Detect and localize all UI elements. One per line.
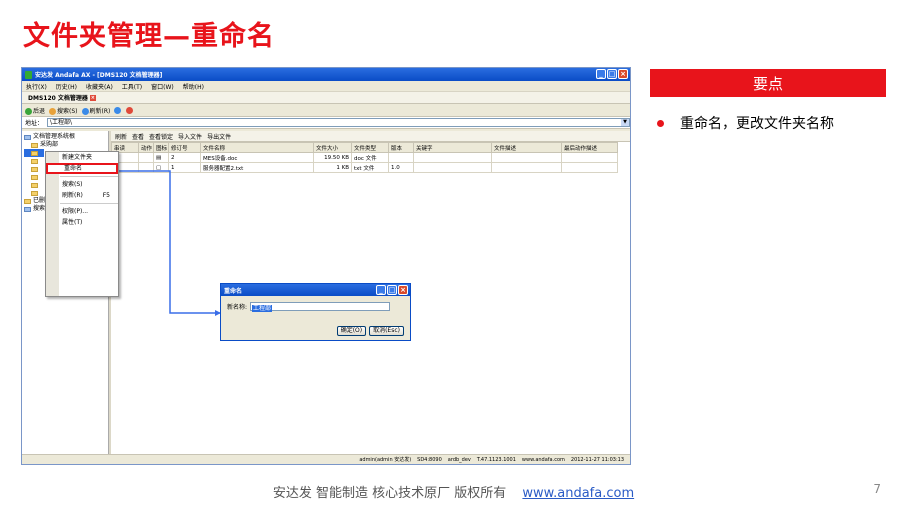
tab-document-manager[interactable]: DMS120 文档管理器 × [25,93,99,102]
menu-item-search[interactable]: 搜索(S) [46,179,118,190]
menu-item-properties[interactable]: 属性(T) [46,217,118,228]
address-value: \工程部\ [50,119,73,126]
rename-dialog: 重命名 _ □ × 新名称: 工程部 确定(O) 取消(Esc) [220,283,411,341]
menu-item-permissions[interactable]: 权限(P)... [46,206,118,217]
table-header: 串读 动作 图标 修订号 文件名称 文件大小 文件类型 版本 关键字 文件描述 … [111,142,618,153]
col-header[interactable]: 版本 [388,142,414,153]
menu-window[interactable]: 窗口(W) [151,82,174,91]
folder-icon [31,190,38,196]
table-row[interactable]: ▤ 2 MES设备.doc 19.50 KB doc 文件 [111,152,618,163]
bullet-item: 重命名，更改文件夹名称 [657,113,834,133]
context-menu: 新建文件夹 重命名 搜索(S) 刷新(R) F5 权限(P)... 属性(T) [45,151,119,297]
txt-icon: ▢ [153,162,169,173]
menu-item-new-folder[interactable]: 新建文件夹 [46,152,118,163]
export-file-button[interactable]: 导出文件 [207,132,231,141]
bullet-dot-icon [657,119,664,127]
search-folder-icon [24,206,31,212]
tree-item-root[interactable]: 文档管理系统根 [24,133,106,141]
menu-history[interactable]: 历史(H) [56,82,77,91]
menu-item-refresh[interactable]: 刷新(R) F5 [46,190,118,201]
back-button[interactable]: 后退 [25,106,45,115]
ok-button[interactable]: 确定(O) [336,326,367,336]
tab-bar: DMS120 文档管理器 × [22,92,630,104]
address-label: 地址： [25,120,44,127]
menu-tools[interactable]: 工具(T) [122,82,142,91]
list-view-button[interactable]: 查看 [132,132,144,141]
cancel-button[interactable]: 取消(Esc) [369,326,404,336]
chevron-down-icon[interactable]: ▼ [621,119,629,126]
status-bar: admin(admin 安达发) SD4:8090 ardb_dev T.47.… [22,454,630,464]
status-time: 2012-11-27 11:03:13 [570,456,624,463]
folder-icon [31,150,38,156]
back-icon [25,107,32,115]
footer-text: 安达发 智能制造 核心技术原厂 版权所有 [272,486,507,501]
list-toolbar: 刷新 查看 查看锁定 导入文件 导出文件 [111,131,630,142]
window-title: 安达发 Andafa AX - [DMS120 文档管理器] [35,72,163,79]
tree-item-purchasing[interactable]: 采购部 [24,141,106,149]
footer: 安达发 智能制造 核心技术原厂 版权所有 www.andafa.com [0,482,907,501]
main-toolbar: 后退 搜索(S) 刷新(R) [22,104,630,117]
minimize-button[interactable]: _ [596,69,606,79]
list-view-locked-button[interactable]: 查看锁定 [149,132,173,141]
close-button[interactable]: × [398,285,408,295]
new-name-input[interactable]: 工程部 [250,302,391,312]
address-input[interactable]: \工程部\ ▼ [47,118,630,127]
tree-item-engineering[interactable] [24,149,44,157]
menu-item-rename[interactable]: 重命名 [46,163,118,174]
list-refresh-button[interactable]: 刷新 [115,132,127,141]
maximize-button[interactable]: □ [607,69,617,79]
key-points-header: 要点 [650,69,886,97]
col-header[interactable]: 最后动作描述 [561,142,618,153]
page-number: 7 [873,482,881,496]
status-website: www.andafa.com [521,456,565,463]
folder-icon [24,198,31,204]
help-icon[interactable] [114,106,122,114]
folder-icon [24,134,31,140]
tab-label: DMS120 文档管理器 [28,95,88,102]
status-server: SD4:8090 [417,456,442,463]
search-icon [49,107,57,115]
col-header[interactable]: 文件类型 [351,142,389,153]
folder-icon [31,182,38,188]
col-header[interactable]: 修订号 [168,142,201,153]
close-button[interactable]: × [618,69,628,79]
menu-bar: 执行(X) 历史(H) 收藏夹(A) 工具(T) 窗口(W) 帮助(H) [22,81,630,92]
search-button[interactable]: 搜索(S) [49,106,78,115]
folder-icon [31,166,38,172]
address-bar: 地址： \工程部\ ▼ [22,117,630,129]
file-table: 串读 动作 图标 修订号 文件名称 文件大小 文件类型 版本 关键字 文件描述 … [111,142,618,173]
col-header[interactable]: 文件名称 [200,142,314,153]
menu-execute[interactable]: 执行(X) [26,82,47,91]
col-header[interactable]: 动作 [138,142,154,153]
footer-link[interactable]: www.andafa.com [522,486,634,501]
refresh-button[interactable]: 刷新(R) [81,106,110,115]
import-file-button[interactable]: 导入文件 [178,132,202,141]
maximize-button[interactable]: □ [387,285,397,295]
app-icon [25,70,32,79]
col-header[interactable]: 关键字 [413,142,492,153]
status-version: T.47.1123.1001 [476,456,516,463]
dialog-titlebar: 重命名 _ □ × [221,284,410,296]
col-header[interactable]: 文件大小 [313,142,352,153]
col-header[interactable]: 图标 [153,142,169,153]
window-titlebar: 安达发 Andafa AX - [DMS120 文档管理器] _ □ × [22,68,630,81]
doc-icon: ▤ [153,152,169,163]
slide-title: 文件夹管理—重命名 [23,21,275,52]
refresh-icon [81,107,89,115]
status-db: ardb_dev [447,456,471,463]
col-header[interactable]: 文件描述 [491,142,562,153]
new-name-label: 新名称: [227,304,248,311]
table-row[interactable]: ▢ 1 服务器配置2.txt 1 KB txt 文件 1.0 [111,162,618,173]
stop-icon[interactable] [126,106,134,114]
folder-icon [31,142,38,148]
dialog-title: 重命名 [224,287,243,295]
minimize-button[interactable]: _ [376,285,386,295]
menu-favorites[interactable]: 收藏夹(A) [86,82,113,91]
tab-close-icon[interactable]: × [89,94,96,101]
menu-help[interactable]: 帮助(H) [183,82,204,91]
folder-icon [31,174,38,180]
status-user: admin(admin 安达发) [359,457,412,463]
folder-icon [31,158,38,164]
bullet-text: 重命名，更改文件夹名称 [680,116,834,132]
